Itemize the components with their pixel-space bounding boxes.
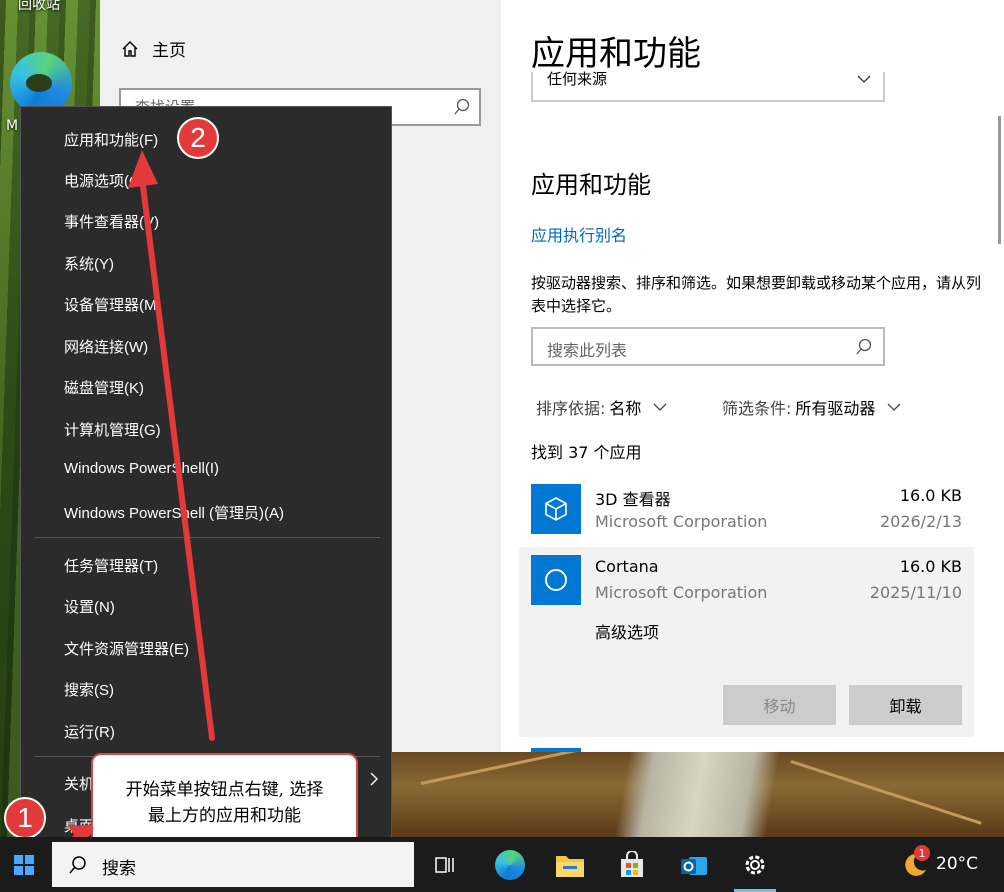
menu-item-task-manager[interactable]: 任务管理器(T) — [64, 555, 158, 576]
app-list-item[interactable]: 3D 查看器 Microsoft Corporation 16.0 KB 202… — [519, 476, 974, 542]
taskbar-search-box[interactable]: 搜索 — [52, 842, 414, 887]
home-nav-item[interactable]: 主页 — [120, 36, 186, 61]
callout-line-1: 开始菜单按钮点右键, 选择 — [125, 780, 324, 800]
weather-widget[interactable]: 1 20°C — [900, 845, 979, 878]
app-list-search-input[interactable]: 搜索此列表 — [531, 327, 885, 366]
edge-icon[interactable] — [490, 845, 530, 885]
move-button[interactable]: 移动 — [723, 685, 836, 725]
home-label: 主页 — [152, 41, 186, 61]
menu-item-file-explorer[interactable]: 文件资源管理器(E) — [64, 638, 189, 659]
menu-item-computer-management[interactable]: 计算机管理(G) — [64, 419, 161, 440]
menu-item-run[interactable]: 运行(R) — [64, 721, 115, 742]
step-1-badge: 1 — [4, 797, 46, 839]
cortana-app-icon — [531, 555, 581, 605]
filter-description: 按驱动器搜索、排序和筛选。如果想要卸载或移动某个应用，请从列表中选择它。 — [531, 274, 982, 315]
app-name: Cortana — [595, 557, 659, 576]
windows-logo-icon — [14, 854, 34, 875]
app-date: 2025/11/10 — [869, 583, 962, 602]
app-publisher: Microsoft Corporation — [595, 512, 768, 531]
settings-main-pane: 应用和功能 任何来源 应用和功能 应用执行别名 按驱动器搜索、排序和筛选。如果想… — [501, 0, 1004, 752]
scrollbar[interactable] — [998, 116, 1001, 244]
menu-item-shutdown[interactable]: 关机 — [64, 773, 94, 794]
edge-desktop-label[interactable]: M — [6, 118, 18, 134]
menu-item-device-manager[interactable]: 设备管理器(M) — [64, 294, 162, 315]
app-alias-link[interactable]: 应用执行别名 — [531, 222, 627, 246]
menu-item-network-connections[interactable]: 网络连接(W) — [64, 336, 148, 357]
edge-desktop-icon[interactable] — [10, 52, 72, 114]
menu-item-powershell-admin[interactable]: Windows PowerShell (管理员)(A) — [64, 502, 284, 523]
app-date: 2026/2/13 — [879, 512, 962, 531]
step-2-badge: 2 — [177, 117, 219, 159]
store-icon[interactable] — [612, 845, 652, 885]
app-source-select[interactable]: 任何来源 — [531, 70, 885, 102]
menu-item-powershell[interactable]: Windows PowerShell(I) — [64, 460, 219, 477]
outlook-icon[interactable] — [674, 845, 714, 885]
apps-found-count: 找到 37 个应用 — [531, 443, 642, 462]
uninstall-button[interactable]: 卸载 — [849, 685, 962, 725]
chevron-down-icon — [887, 403, 901, 411]
chevron-down-icon — [857, 75, 871, 83]
menu-item-event-viewer[interactable]: 事件查看器(V) — [64, 211, 159, 232]
start-context-menu: 应用和功能(F) 电源选项(O) 事件查看器(V) 系统(Y) 设备管理器(M)… — [20, 106, 392, 854]
app-publisher: Microsoft Corporation — [595, 583, 768, 602]
app-list-item-selected[interactable]: Cortana Microsoft Corporation 16.0 KB 20… — [519, 547, 974, 737]
taskbar: 搜索 1 20°C — [0, 837, 1004, 892]
notification-badge: 1 — [914, 845, 930, 861]
search-icon — [454, 98, 470, 115]
menu-item-system[interactable]: 系统(Y) — [64, 253, 114, 274]
start-button[interactable] — [0, 837, 48, 892]
sort-dropdown[interactable]: 排序依据: 名称 — [536, 395, 667, 419]
next-app-icon — [531, 748, 581, 752]
filter-dropdown[interactable]: 筛选条件: 所有驱动器 — [722, 395, 901, 419]
search-icon — [856, 338, 872, 355]
menu-item-settings[interactable]: 设置(N) — [64, 596, 115, 617]
menu-item-power-options[interactable]: 电源选项(O) — [64, 170, 146, 191]
advanced-options-link[interactable]: 高级选项 — [595, 619, 659, 643]
wallpaper-path — [391, 740, 1004, 837]
file-explorer-icon[interactable] — [550, 845, 590, 885]
menu-item-disk-management[interactable]: 磁盘管理(K) — [64, 377, 144, 398]
callout-line-2: 最上方的应用和功能 — [148, 806, 301, 826]
menu-item-desktop[interactable]: 桌面 — [64, 815, 94, 836]
section-title: 应用和功能 — [531, 171, 651, 199]
app-size: 16.0 KB — [899, 557, 962, 576]
app-name: 3D 查看器 — [595, 490, 671, 509]
home-icon — [122, 40, 138, 57]
3d-viewer-app-icon — [531, 484, 581, 534]
temperature-label: 20°C — [936, 854, 979, 874]
recycle-bin-label[interactable]: 回收站 — [18, 0, 60, 14]
submenu-arrow-icon — [370, 772, 378, 786]
search-icon — [69, 856, 86, 874]
menu-item-search[interactable]: 搜索(S) — [64, 679, 114, 700]
chevron-down-icon — [653, 403, 667, 411]
menu-separator — [34, 537, 380, 538]
menu-item-apps-features[interactable]: 应用和功能(F) — [64, 129, 158, 150]
app-size: 16.0 KB — [899, 486, 962, 505]
task-view-icon[interactable] — [425, 845, 465, 885]
settings-gear-icon[interactable] — [735, 845, 775, 885]
